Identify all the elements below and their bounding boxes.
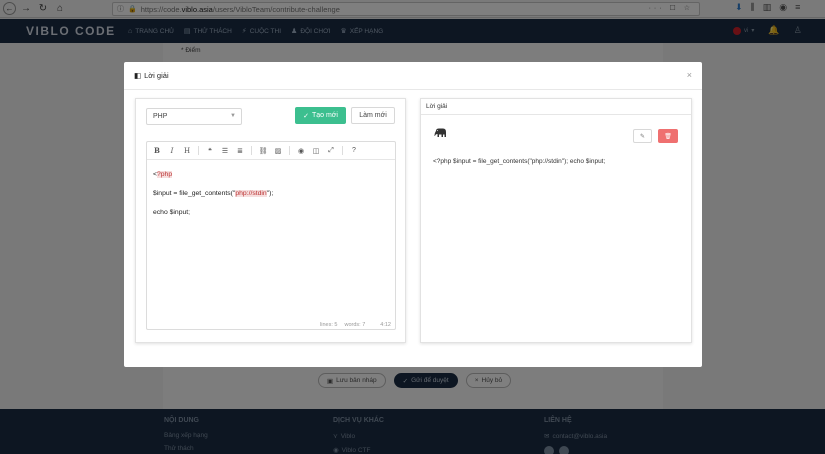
editor-panel: PHP ▼ ✓ Tạo mới Làm mới B I H ❝ ☰ ≣ ⛓ ▨ … — [135, 98, 406, 343]
quote-icon[interactable]: ❝ — [206, 147, 214, 155]
fullscreen-icon[interactable]: ⤢ — [327, 147, 335, 155]
italic-icon[interactable]: I — [168, 147, 176, 155]
delete-button[interactable]: 🗑 — [658, 129, 678, 143]
toolbar-divider — [289, 146, 290, 155]
edit-button[interactable]: ✎ — [633, 129, 652, 143]
language-select[interactable]: PHP ▼ — [146, 108, 242, 125]
editor-status-bar: lines: 5 words: 7 4:12 — [320, 322, 391, 328]
trash-icon: 🗑 — [664, 133, 672, 140]
link-icon[interactable]: ⛓ — [259, 147, 268, 155]
preview-icon[interactable]: ◉ — [297, 147, 305, 155]
solution-code-output: <?php $input = file_get_contents("php://… — [433, 158, 606, 165]
help-icon[interactable]: ? — [350, 147, 358, 154]
chevron-down-icon: ▼ — [230, 113, 236, 119]
pencil-icon: ✎ — [639, 133, 646, 140]
close-icon[interactable]: × — [687, 70, 692, 80]
code-line: <?php — [153, 171, 173, 178]
unordered-list-icon[interactable]: ☰ — [221, 147, 229, 155]
check-icon: ✓ — [303, 112, 309, 120]
modal-header: ◧ Lời giải × — [124, 62, 702, 90]
heading-icon[interactable]: H — [183, 147, 191, 155]
preview-title: Lời giải — [421, 99, 691, 115]
side-by-side-icon[interactable]: ◫ — [312, 147, 320, 155]
code-line: $input = file_get_contents("php://stdin"… — [153, 190, 274, 198]
code-line: echo $input; — [153, 209, 191, 217]
image-icon[interactable]: ▨ — [274, 147, 282, 155]
ordered-list-icon[interactable]: ≣ — [236, 147, 244, 155]
box-icon: ◧ — [134, 71, 142, 80]
elephant-icon — [434, 128, 447, 140]
bold-icon[interactable]: B — [153, 146, 161, 155]
reset-button[interactable]: Làm mới — [351, 107, 395, 124]
toolbar-divider — [342, 146, 343, 155]
toolbar-divider — [251, 146, 252, 155]
solution-modal: ◧ Lời giải × PHP ▼ ✓ Tạo mới Làm mới B I… — [124, 62, 702, 367]
code-content[interactable]: <?php $input = file_get_contents("php://… — [153, 170, 273, 218]
editor-toolbar: B I H ❝ ☰ ≣ ⛓ ▨ ◉ ◫ ⤢ ? — [147, 142, 395, 160]
markdown-editor[interactable]: B I H ❝ ☰ ≣ ⛓ ▨ ◉ ◫ ⤢ ? <?php $input = f… — [146, 141, 396, 330]
toolbar-divider — [198, 146, 199, 155]
solution-preview-panel: Lời giải ✎ 🗑 <?php $input = file_get_con… — [420, 98, 692, 343]
modal-title: ◧ Lời giải — [134, 71, 169, 80]
create-button[interactable]: ✓ Tạo mới — [295, 107, 346, 124]
